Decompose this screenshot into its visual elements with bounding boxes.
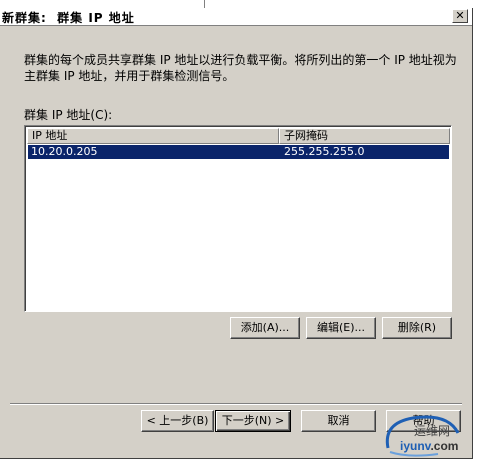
column-header-subnet[interactable]: 子网掩码 xyxy=(279,128,450,144)
dialog-titlebar: 新群集: 群集 IP 地址 ✕ xyxy=(0,8,472,26)
delete-button[interactable]: 删除(R) xyxy=(382,317,452,339)
cluster-ip-list[interactable]: IP 地址 子网掩码 10.20.0.205 255.255.255.0 xyxy=(24,125,452,312)
edit-button[interactable]: 编辑(E)... xyxy=(306,317,376,339)
ip-address-cell: 10.20.0.205 xyxy=(31,145,98,158)
close-button[interactable]: ✕ xyxy=(452,9,468,23)
watermark-text-prefix: iyunv xyxy=(400,439,431,453)
watermark-top-text: 运维网 xyxy=(414,424,451,438)
cancel-button[interactable]: 取消 xyxy=(301,410,376,432)
window-edge xyxy=(204,0,205,8)
watermark-text: iyunv.com xyxy=(400,439,458,453)
back-button[interactable]: < 上一步(B) xyxy=(141,410,214,432)
new-cluster-ip-dialog: 新群集: 群集 IP 地址 ✕ 群集的每个成员共享群集 IP 地址以进行负载平衡… xyxy=(0,8,473,459)
background-window-strip xyxy=(0,0,483,8)
column-header-ip[interactable]: IP 地址 xyxy=(27,128,279,144)
footer-divider xyxy=(10,403,462,405)
dialog-description: 群集的每个成员共享群集 IP 地址以进行负载平衡。将所列出的第一个 IP 地址视… xyxy=(24,53,457,83)
close-icon: ✕ xyxy=(455,9,465,22)
watermark-logo: 运维网 iyunv.com xyxy=(378,408,478,460)
next-button[interactable]: 下一步(N) > xyxy=(215,410,291,432)
watermark-text-suffix: .com xyxy=(430,439,459,453)
cluster-ip-list-label: 群集 IP 地址(C): xyxy=(24,108,113,122)
table-row[interactable]: 10.20.0.205 255.255.255.0 xyxy=(28,145,449,159)
add-button[interactable]: 添加(A)... xyxy=(230,317,300,339)
subnet-mask-cell: 255.255.255.0 xyxy=(284,145,365,158)
list-header: IP 地址 子网掩码 xyxy=(27,128,450,144)
dialog-title: 新群集: 群集 IP 地址 xyxy=(2,11,135,25)
